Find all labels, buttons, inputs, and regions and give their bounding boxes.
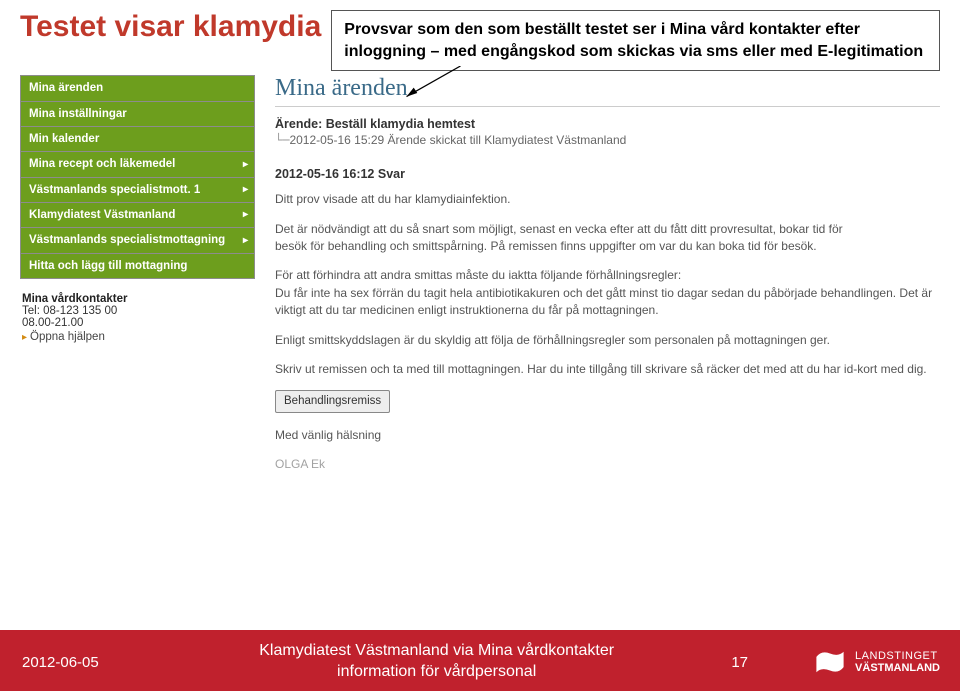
nav-item-specialistmottagning[interactable]: Västmanlands specialistmottagning ▸ xyxy=(21,228,254,253)
footer-line1: Klamydiatest Västmanland via Mina vårdko… xyxy=(259,642,614,659)
open-help-label: Öppna hjälpen xyxy=(30,331,105,343)
tree-branch-icon: └─ xyxy=(275,133,289,147)
nav-item-arenden[interactable]: Mina ärenden xyxy=(21,76,254,101)
logo-text: LANDSTINGET VÄSTMANLAND xyxy=(855,650,940,674)
callout-text: Provsvar som den som beställt testet ser… xyxy=(344,21,923,60)
callout-arrow xyxy=(392,66,502,102)
sidebar: Mina ärenden Mina inställningar Min kale… xyxy=(20,75,255,486)
footer-bar: 2012-06-05 Klamydiatest Västmanland via … xyxy=(0,633,960,691)
nav-label: Västmanlands specialistmott. 1 xyxy=(29,184,200,196)
nav-label: Min kalender xyxy=(29,133,99,145)
reply-para: Enligt smittskyddslagen är du skyldig at… xyxy=(275,332,940,349)
footer-page-num: 17 xyxy=(731,654,748,671)
contact-block: Mina vårdkontakter Tel: 08-123 135 00 08… xyxy=(20,293,255,343)
footer-logo: LANDSTINGET VÄSTMANLAND xyxy=(760,645,960,679)
reply-para: Ditt prov visade att du har klamydiainfe… xyxy=(275,191,940,208)
reply-line: Det är nödvändigt att du så snart som mö… xyxy=(275,222,843,236)
footer-line2: information för vårdpersonal xyxy=(337,663,536,680)
reply-body: Ditt prov visade att du har klamydiainfe… xyxy=(275,191,940,474)
case-sent-line: └─2012-05-16 15:29 Ärende skickat till K… xyxy=(275,133,940,147)
nav-label: Mina inställningar xyxy=(29,108,127,120)
chevron-right-icon: ▸ xyxy=(243,184,248,197)
contact-heading: Mina vårdkontakter xyxy=(22,293,253,305)
reply-line: besök för behandling och smittspårning. … xyxy=(275,239,817,253)
nav-label: Mina recept och läkemedel xyxy=(29,158,175,170)
case-title: Ärende: Beställ klamydia hemtest xyxy=(275,117,940,131)
footer-center: Klamydiatest Västmanland via Mina vårdko… xyxy=(150,641,723,683)
nav-item-installningar[interactable]: Mina inställningar xyxy=(21,102,254,127)
contact-hours: 08.00-21.00 xyxy=(22,317,253,329)
content-panel: Mina ärenden Ärende: Beställ klamydia he… xyxy=(255,75,940,486)
reply-line: För att förhindra att andra smittas måst… xyxy=(275,268,681,282)
callout-box: Provsvar som den som beställt testet ser… xyxy=(331,10,940,71)
nav-item-recept[interactable]: Mina recept och läkemedel ▸ xyxy=(21,152,254,177)
content-heading: Mina ärenden xyxy=(275,75,940,107)
chevron-right-icon: ▸ xyxy=(243,234,248,247)
chevron-right-icon: ▸ xyxy=(243,158,248,171)
contact-tel: Tel: 08-123 135 00 xyxy=(22,305,253,317)
reply-para: Det är nödvändigt att du så snart som mö… xyxy=(275,221,940,256)
reply-line: Du får inte ha sex förrän du tagit hela … xyxy=(275,286,932,317)
logo-line1: LANDSTINGET xyxy=(855,650,938,662)
nav-label: Västmanlands specialistmottagning xyxy=(29,234,225,246)
behandlingsremiss-button[interactable]: Behandlingsremiss xyxy=(275,390,390,413)
nav-item-klamydiatest[interactable]: Klamydiatest Västmanland ▸ xyxy=(21,203,254,228)
reply-heading: 2012-05-16 16:12 Svar xyxy=(275,167,940,181)
reply-para: För att förhindra att andra smittas måst… xyxy=(275,267,940,319)
nav-item-kalender[interactable]: Min kalender xyxy=(21,127,254,152)
reply-para: Skriv ut remissen och ta med till mottag… xyxy=(275,361,940,378)
open-help-link[interactable]: ▸Öppna hjälpen xyxy=(22,331,253,343)
nav-label: Hitta och lägg till mottagning xyxy=(29,260,187,272)
logo-line2: VÄSTMANLAND xyxy=(855,662,940,674)
nav-item-specialistmott1[interactable]: Västmanlands specialistmott. 1 ▸ xyxy=(21,178,254,203)
nav-item-hitta-mottagning[interactable]: Hitta och lägg till mottagning xyxy=(21,254,254,279)
chevron-right-icon: ▸ xyxy=(243,209,248,222)
nav-label: Mina ärenden xyxy=(29,82,103,94)
footer-date: 2012-06-05 xyxy=(0,654,150,671)
logo-icon xyxy=(813,645,847,679)
nav-label: Klamydiatest Västmanland xyxy=(29,209,175,221)
sidebar-nav: Mina ärenden Mina inställningar Min kale… xyxy=(20,75,255,279)
case-sent-text: 2012-05-16 15:29 Ärende skickat till Kla… xyxy=(289,133,626,147)
arrow-icon: ▸ xyxy=(22,332,27,343)
closing-line: Med vänlig hälsning xyxy=(275,427,940,444)
signoff-line: OLGA Ek xyxy=(275,456,940,473)
page-title: Testet visar klamydia xyxy=(20,10,321,44)
